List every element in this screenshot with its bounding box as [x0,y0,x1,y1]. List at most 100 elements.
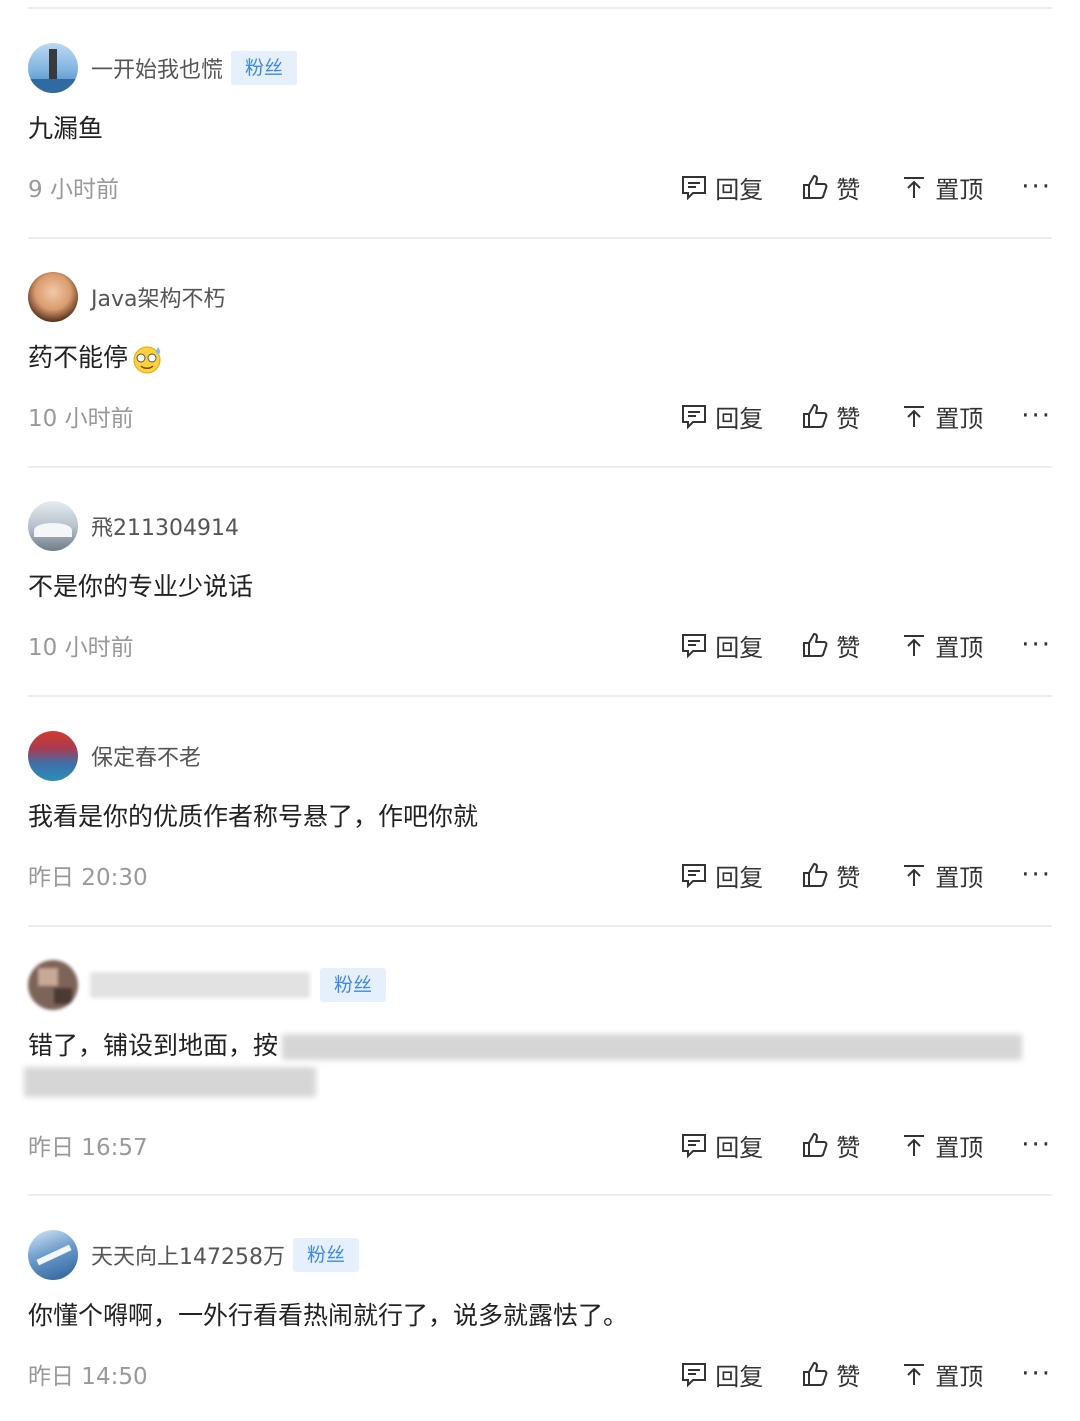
reply-icon [682,176,707,201]
thumbs-up-icon [803,1362,828,1386]
comment-meta: 昨日 16:57 回复 赞 置顶 ··· [28,1125,1052,1165]
comment-header: 粉丝 [28,959,387,1011]
pin-button[interactable]: 置顶 [900,1128,983,1163]
comment-time: 10 小时前 [28,635,134,661]
comment-divider [28,695,1052,697]
avatar[interactable] [28,960,78,1010]
comment-divider [28,1194,1052,1196]
comment-item: 保定春不老 我看是你的优质作者称号悬了，作吧你就 昨日 20:30 回复 赞 置… [28,730,1052,927]
thumbs-up-icon [803,1133,828,1157]
comment-header: 飛211304914 [28,500,239,552]
comment-actions: 回复 赞 置顶 ··· [680,625,1052,665]
blurred-text [282,1034,1023,1060]
more-options-button[interactable]: ··· [1021,401,1052,431]
reply-button[interactable]: 回复 [680,1357,763,1392]
more-options-button[interactable]: ··· [1021,172,1052,202]
comment-header: Java架构不朽 [28,271,225,323]
comment-header: 一开始我也慌 粉丝 [28,42,298,94]
like-button[interactable]: 赞 [801,1128,860,1163]
pin-button[interactable]: 置顶 [900,170,983,205]
comment-item: 一开始我也慌 粉丝 九漏鱼 9 小时前 回复 赞 置顶 ··· [28,42,1052,239]
thumbs-up-icon [803,404,828,428]
reply-icon [682,1134,707,1159]
thumbs-up-icon [803,863,828,887]
more-options-button[interactable]: ··· [1021,1130,1052,1160]
comment-meta: 10 小时前 回复 赞 置顶 ··· [28,396,1052,436]
like-button[interactable]: 赞 [801,1357,860,1392]
reply-button[interactable]: 回复 [680,1128,763,1163]
top-divider [28,7,1052,9]
comment-text-body: 错了，铺设到地面，按 [28,1031,279,1060]
pin-top-icon [904,865,925,886]
comment-item: 飛211304914 不是你的专业少说话 10 小时前 回复 赞 置顶 ··· [28,500,1052,697]
reply-button[interactable]: 回复 [680,628,763,663]
username[interactable]: 保定春不老 [91,740,201,772]
comment-item: 粉丝 错了，铺设到地面，按 昨日 16:57 回复 赞 置顶 ··· [24,959,1052,1196]
comment-item: 天天向上147258万 粉丝 你懂个嘚啊，一外行看看热闹就行了，说多就露怯了。 … [28,1229,1052,1421]
comment-actions: 回复 赞 置顶 ··· [680,167,1052,207]
reply-icon [682,405,707,430]
comment-text: 我看是你的优质作者称号悬了，作吧你就 [28,802,479,831]
pin-top-icon [904,1135,925,1156]
comment-time: 昨日 16:57 [28,1135,148,1161]
comment-meta: 10 小时前 回复 赞 置顶 ··· [28,625,1052,665]
comment-actions: 回复 赞 置顶 ··· [680,1125,1052,1165]
avatar[interactable] [28,1230,78,1280]
pin-button[interactable]: 置顶 [900,858,983,893]
comment-time: 昨日 14:50 [28,1364,148,1390]
comment-text: 药不能停 [28,341,164,375]
reply-button[interactable]: 回复 [680,170,763,205]
comment-time: 10 小时前 [28,406,134,432]
comment-text: 你懂个嘚啊，一外行看看热闹就行了，说多就露怯了。 [28,1301,629,1330]
avatar[interactable] [28,731,78,781]
reply-button[interactable]: 回复 [680,399,763,434]
reply-icon [682,634,707,659]
like-button[interactable]: 赞 [801,399,860,434]
pin-button[interactable]: 置顶 [900,628,983,663]
comment-actions: 回复 赞 置顶 ··· [680,855,1052,895]
avatar[interactable] [28,272,78,322]
reply-button[interactable]: 回复 [680,858,763,893]
like-button[interactable]: 赞 [801,170,860,205]
pin-button[interactable]: 置顶 [900,1357,983,1392]
pin-top-icon [904,635,925,656]
comment-header: 天天向上147258万 粉丝 [28,1229,359,1281]
pin-top-icon [904,177,925,198]
reply-icon [682,1363,707,1388]
comment-meta: 昨日 14:50 回复 赞 置顶 ··· [28,1354,1052,1394]
avatar[interactable] [28,501,78,551]
comment-time: 昨日 20:30 [28,865,148,891]
reply-icon [682,864,707,889]
comment-actions: 回复 赞 置顶 ··· [680,1354,1052,1394]
comment-actions: 回复 赞 置顶 ··· [680,396,1052,436]
comment-text: 不是你的专业少说话 [28,572,254,601]
fan-badge: 粉丝 [320,968,387,1002]
like-button[interactable]: 赞 [801,628,860,663]
comment-text: 错了，铺设到地面，按 [28,1029,1023,1063]
username[interactable]: 天天向上147258万 [91,1239,285,1271]
comment-divider [28,925,1052,927]
blurred-text-line [24,1067,316,1097]
comment-meta: 9 小时前 回复 赞 置顶 ··· [28,167,1052,207]
username[interactable]: 一开始我也慌 [91,52,223,84]
fan-badge: 粉丝 [292,1238,359,1272]
pin-top-icon [904,406,925,427]
comment-divider [28,466,1052,468]
thumbs-up-icon [803,633,828,657]
more-options-button[interactable]: ··· [1021,1359,1052,1389]
like-button[interactable]: 赞 [801,858,860,893]
thumbs-up-icon [803,175,828,199]
comment-header: 保定春不老 [28,730,201,782]
more-options-button[interactable]: ··· [1021,630,1052,660]
username[interactable]: Java架构不朽 [91,281,225,313]
comment-meta: 昨日 20:30 回复 赞 置顶 ··· [28,855,1052,895]
pin-button[interactable]: 置顶 [900,399,983,434]
comment-text: 九漏鱼 [28,114,104,143]
pin-top-icon [904,1364,925,1385]
comment-text-body: 药不能停 [28,343,129,372]
blurred-username [90,972,310,998]
sweat-smile-emoji-icon [133,346,161,374]
username[interactable]: 飛211304914 [91,510,239,542]
more-options-button[interactable]: ··· [1021,860,1052,890]
avatar[interactable] [28,43,78,93]
